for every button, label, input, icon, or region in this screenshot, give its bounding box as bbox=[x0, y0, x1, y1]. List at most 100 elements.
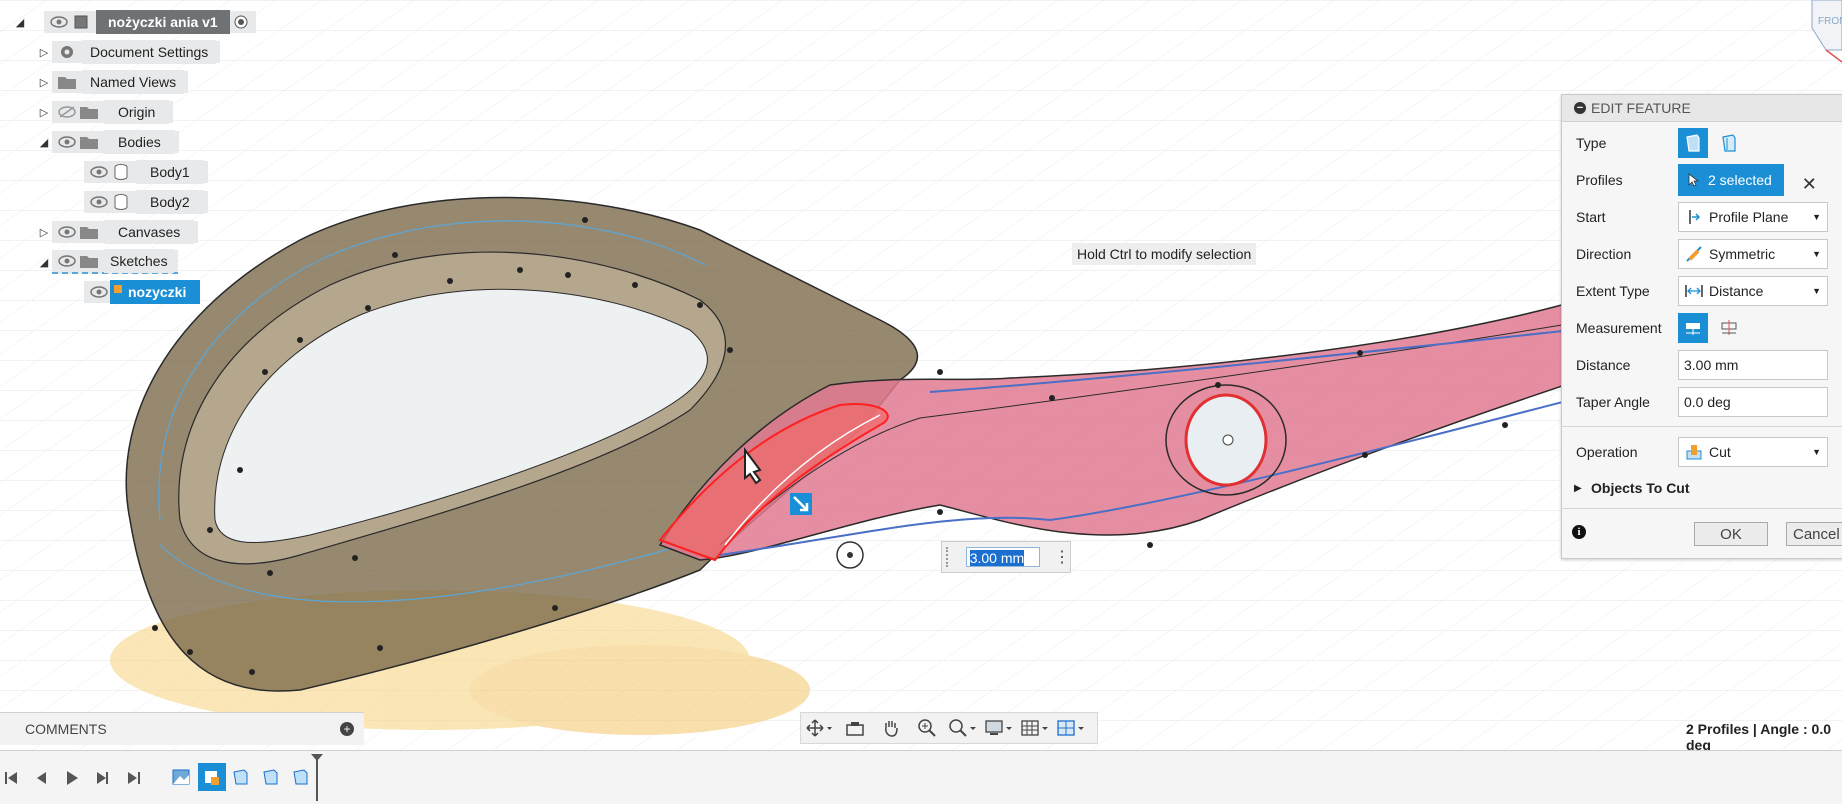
browser-item-label: Document Settings bbox=[82, 40, 217, 64]
divider bbox=[1562, 508, 1842, 509]
ok-button[interactable]: OK bbox=[1694, 522, 1768, 546]
extent-type-select[interactable]: Distance ▼ bbox=[1678, 276, 1828, 306]
play-icon[interactable] bbox=[61, 767, 83, 789]
row-start: Start Profile Plane ▼ bbox=[1562, 201, 1842, 233]
step-back-icon[interactable] bbox=[30, 767, 52, 789]
measurement-mode-1-button[interactable] bbox=[1678, 313, 1708, 343]
status-readout: 2 Profiles | Angle : 0.0 deg bbox=[1686, 721, 1831, 753]
browser-item-label: Body2 bbox=[136, 190, 204, 214]
orbit-icon[interactable] bbox=[801, 714, 837, 742]
start-label: Start bbox=[1576, 209, 1606, 225]
expand-arrow-icon[interactable]: ▷ bbox=[36, 44, 52, 60]
browser-item-label: Sketches bbox=[104, 249, 174, 273]
browser-item-named-views[interactable]: ▷ Named Views bbox=[36, 70, 189, 94]
eye-icon[interactable] bbox=[88, 163, 110, 181]
more-options-icon[interactable]: ⋮ bbox=[1054, 547, 1070, 567]
radio-target-icon[interactable] bbox=[230, 13, 252, 31]
expand-arrow-icon[interactable]: ▶ bbox=[1574, 483, 1582, 494]
zoom-icon[interactable] bbox=[909, 714, 945, 742]
objects-to-cut-section[interactable]: ▶ Objects To Cut bbox=[1562, 472, 1842, 504]
sketch-icon bbox=[114, 285, 122, 293]
eye-icon[interactable] bbox=[88, 283, 110, 301]
divider bbox=[1562, 426, 1842, 427]
collapse-arrow-icon[interactable]: ◢ bbox=[12, 14, 28, 30]
pan-hand-icon[interactable] bbox=[873, 714, 909, 742]
eye-icon[interactable] bbox=[88, 193, 110, 211]
info-icon[interactable]: i bbox=[1572, 525, 1586, 539]
go-to-end-icon[interactable] bbox=[123, 767, 145, 789]
cursor-arrow-icon bbox=[1688, 173, 1700, 187]
collapse-panel-icon[interactable]: − bbox=[1574, 102, 1586, 114]
browser-item-body1[interactable]: Body1 bbox=[84, 160, 208, 184]
measurement-mode-2-button[interactable] bbox=[1714, 313, 1744, 343]
distance-icon bbox=[1683, 283, 1705, 299]
symmetric-icon bbox=[1683, 245, 1705, 263]
start-select[interactable]: Profile Plane ▼ bbox=[1678, 202, 1828, 232]
zoom-window-icon[interactable] bbox=[945, 714, 981, 742]
operation-select[interactable]: Cut ▼ bbox=[1678, 437, 1828, 467]
panel-header[interactable]: − EDIT FEATURE bbox=[1562, 95, 1842, 122]
browser-root[interactable]: ◢ nożyczki ania v1 bbox=[12, 10, 256, 34]
browser-item-sketches[interactable]: ◢ Sketches bbox=[36, 249, 178, 274]
expand-arrow-icon[interactable]: ▷ bbox=[36, 74, 52, 90]
measure-symmetric-icon bbox=[1686, 323, 1700, 335]
dropdown-caret-icon: ▼ bbox=[1812, 212, 1821, 222]
timeline-sketch-icon[interactable] bbox=[198, 763, 226, 791]
expand-arrow-icon[interactable]: ▷ bbox=[36, 104, 52, 120]
distance-manipulator-box[interactable]: 3.00 mm ⋮ bbox=[941, 541, 1071, 573]
timeline-extrude-icon[interactable] bbox=[290, 766, 312, 788]
collapse-arrow-icon[interactable]: ◢ bbox=[36, 254, 52, 270]
folder-icon bbox=[78, 103, 100, 121]
browser-item-label: Body1 bbox=[136, 160, 204, 184]
browser-item-canvases[interactable]: ▷ Canvases bbox=[36, 220, 199, 244]
eye-icon[interactable] bbox=[48, 13, 70, 31]
taper-angle-label: Taper Angle bbox=[1576, 394, 1650, 410]
grid-settings-icon[interactable] bbox=[1017, 714, 1053, 742]
cancel-button[interactable]: Cancel bbox=[1786, 522, 1842, 546]
browser-item-body2[interactable]: Body2 bbox=[84, 190, 208, 214]
timeline-marker[interactable] bbox=[310, 751, 324, 801]
viewcube-label: FRONT bbox=[1818, 16, 1842, 27]
browser-item-bodies[interactable]: ◢ Bodies bbox=[36, 130, 179, 154]
extrude-type-solid-button[interactable] bbox=[1678, 128, 1708, 158]
extrude-type-thin-button[interactable] bbox=[1714, 128, 1744, 158]
viewports-icon[interactable] bbox=[1053, 714, 1089, 742]
browser-item-label: Origin bbox=[104, 100, 170, 124]
eye-icon[interactable] bbox=[56, 252, 78, 270]
profiles-label: Profiles bbox=[1576, 172, 1623, 188]
measure-whole-icon bbox=[1721, 320, 1737, 335]
comments-bar[interactable]: COMMENTS + bbox=[0, 712, 364, 745]
browser-item-sketch-nozyczki[interactable]: nozyczki bbox=[84, 280, 201, 304]
browser-item-label: Canvases bbox=[104, 220, 195, 244]
display-settings-icon[interactable] bbox=[981, 714, 1017, 742]
browser-item-label: nozyczki bbox=[110, 280, 201, 304]
navigation-toolbar bbox=[800, 712, 1098, 744]
collapse-arrow-icon[interactable]: ◢ bbox=[36, 134, 52, 150]
body-icon bbox=[110, 163, 132, 181]
clear-selection-icon[interactable]: ✕ bbox=[1802, 174, 1817, 195]
row-profiles: Profiles 2 selected ✕ bbox=[1562, 164, 1842, 196]
timeline-extrude-icon[interactable] bbox=[230, 766, 252, 788]
add-comment-icon[interactable]: + bbox=[340, 722, 354, 736]
browser-item-origin[interactable]: ▷ Origin bbox=[36, 100, 174, 124]
solid-body-icon bbox=[1686, 134, 1700, 152]
taper-angle-input[interactable] bbox=[1678, 387, 1828, 417]
eye-icon[interactable] bbox=[56, 223, 78, 241]
step-forward-icon[interactable] bbox=[91, 767, 113, 789]
direction-select[interactable]: Symmetric ▼ bbox=[1678, 239, 1828, 269]
go-to-start-icon[interactable] bbox=[0, 767, 22, 789]
row-extent-type: Extent Type Distance ▼ bbox=[1562, 275, 1842, 307]
timeline-canvas-icon[interactable] bbox=[170, 766, 192, 788]
dropdown-caret-icon: ▼ bbox=[1812, 286, 1821, 296]
gear-icon bbox=[56, 43, 78, 61]
dropdown-caret-icon: ▼ bbox=[1812, 447, 1821, 457]
profiles-selection-button[interactable]: 2 selected bbox=[1678, 164, 1784, 196]
distance-input[interactable] bbox=[1678, 350, 1828, 380]
expand-arrow-icon[interactable]: ▷ bbox=[36, 224, 52, 240]
look-at-icon[interactable] bbox=[837, 714, 873, 742]
eye-hidden-icon[interactable] bbox=[56, 103, 78, 121]
eye-icon[interactable] bbox=[56, 133, 78, 151]
timeline-extrude-icon[interactable] bbox=[260, 766, 282, 788]
browser-item-document-settings[interactable]: ▷ Document Settings bbox=[36, 40, 221, 64]
distance-inline-input[interactable]: 3.00 mm bbox=[965, 547, 1040, 567]
